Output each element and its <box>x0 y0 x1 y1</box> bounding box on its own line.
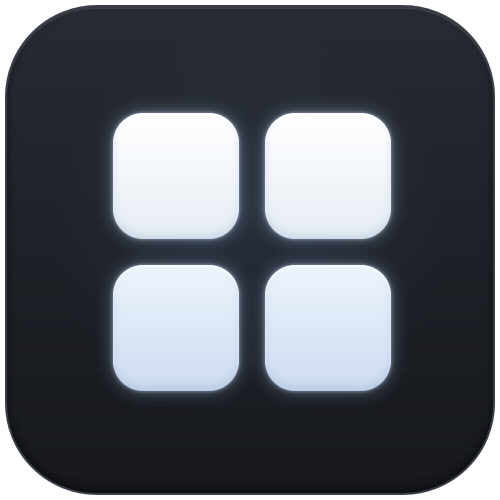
grid-tile-top-right <box>265 113 391 239</box>
grid-tile-bottom-right <box>265 265 391 391</box>
icon-canvas <box>0 0 500 500</box>
app-grid-icon[interactable] <box>5 5 495 495</box>
grid-tile-bottom-left <box>113 265 239 391</box>
grid-tile-top-left <box>113 113 239 239</box>
